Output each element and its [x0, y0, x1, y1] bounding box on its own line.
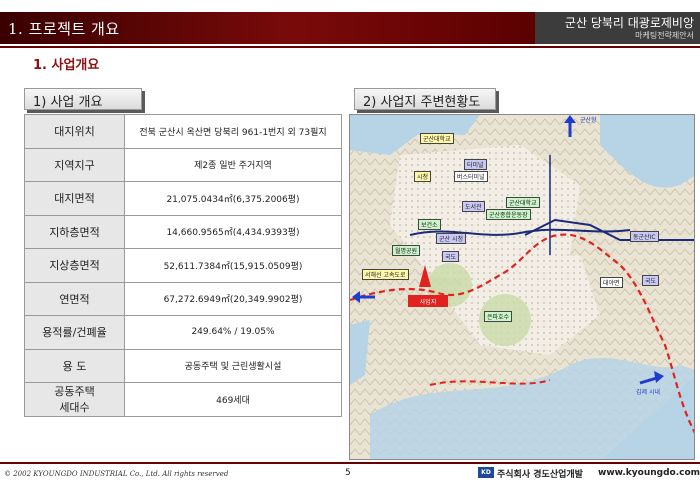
map-label-health: 보건소 [418, 219, 441, 230]
map-label-city-hall: 시청 [414, 171, 432, 182]
table-row: 연면적 67,272.6949㎡(20,349.9902평) [24, 281, 342, 316]
company-logo: KD [478, 467, 494, 478]
map-label-park: 월명공원 [392, 245, 421, 256]
row-label: 대지위치 [24, 114, 125, 149]
company-url: www.kyoungdo.com [598, 468, 700, 478]
map-label-univ-north: 군산대학교 [420, 133, 454, 144]
row-value: 공동주택 및 근린생활시설 [124, 348, 342, 383]
map-label-library: 도서관 [462, 201, 485, 212]
row-value: 249.64% / 19.05% [124, 315, 342, 350]
table-row: 대지면적 21,075.0434㎡(6,375.2006평) [24, 181, 342, 216]
map-label-east: 동군산IC [630, 231, 659, 242]
table-row: 공동주택 세대수 469세대 [24, 382, 342, 417]
header-project-box: 군산 당북리 대광로제비앙 마케팅전략제안서 [535, 12, 700, 44]
row-label: 지역지구 [24, 147, 125, 182]
map-image: 사업지 [350, 115, 694, 459]
table-row: 대지위치 전북 군산시 옥산면 당북리 961-1번지 외 73필지 [24, 114, 342, 149]
document-type: 마케팅전략제안서 [635, 31, 694, 40]
footer-divider [0, 462, 700, 464]
map-label-terminal: 터미널 [464, 159, 487, 170]
map-label-bottom-road: 김제 시내 [636, 389, 660, 396]
row-value: 52,611.7384㎡(15,915.0509평) [124, 248, 342, 283]
row-label: 대지면적 [24, 181, 125, 216]
copyright-text: © 2002 KYOUNGDO INDUSTRIAL Co., Ltd. All… [4, 470, 229, 478]
header-bar: 1. 프로젝트 개요 군산 당북리 대광로제비앙 마케팅전략제안서 [0, 0, 700, 44]
map-label-top-road: 군산항 [580, 117, 597, 124]
map-label-bus-terminal: 버스터미널 [454, 171, 488, 182]
overview-box-label: 1) 사업 개요 [24, 88, 142, 110]
table-row: 용적률/건폐율 249.64% / 19.05% [24, 315, 342, 350]
table-row: 지역지구 제2종 일반 주거지역 [24, 147, 342, 182]
row-label: 연면적 [24, 281, 125, 316]
row-value: 21,075.0434㎡(6,375.2006평) [124, 181, 342, 216]
map-label-tram: 국도 [442, 251, 460, 262]
map-box-label: 2) 사업지 주변현황도 [354, 88, 496, 110]
site-label: 사업지 [420, 298, 437, 306]
row-label: 지상층면적 [24, 248, 125, 283]
row-value: 14,660.9565㎡(4,434.9393평) [124, 214, 342, 249]
table-row: 지하층면적 14,660.9565㎡(4,434.9393평) [24, 214, 342, 249]
row-label: 용 도 [24, 348, 125, 383]
surrounding-map: 사업지 군산대학교 터미널 버스터미널 시청 군산대학교 도서관 군산종합운동장… [349, 114, 695, 460]
map-label-office: 대야면 [600, 277, 623, 288]
project-name: 군산 당북리 대광로제비앙 [564, 16, 694, 30]
table-row: 지상층면적 52,611.7384㎡(15,915.0509평) [24, 248, 342, 283]
map-label-jijong: 군산 시청 [436, 233, 466, 244]
map-label-west: 서해선 고속도로 [362, 269, 409, 280]
map-label-east-ic: 국도 [642, 275, 660, 286]
row-value: 469세대 [124, 382, 342, 417]
map-label-lake: 은파호수 [484, 311, 513, 322]
header-title-bar: 1. 프로젝트 개요 [0, 12, 535, 44]
project-info-table: 대지위치 전북 군산시 옥산면 당북리 961-1번지 외 73필지 지역지구 제2종… [24, 114, 342, 417]
company-name: 주식회사 경도산업개발 [497, 470, 583, 480]
row-label: 공동주택 세대수 [24, 382, 125, 417]
map-label-stadium: 군산종합운동장 [486, 209, 531, 220]
page-title: 1. 프로젝트 개요 [8, 20, 120, 38]
row-value: 전북 군산시 옥산면 당북리 961-1번지 외 73필지 [124, 114, 342, 149]
header-divider [0, 46, 700, 48]
row-label: 지하층면적 [24, 214, 125, 249]
section-title: 1. 사업개요 [33, 58, 100, 73]
row-value: 제2종 일반 주거지역 [124, 147, 342, 182]
row-label: 용적률/건폐율 [24, 315, 125, 350]
map-label-gunsan-univ: 군산대학교 [506, 197, 540, 208]
page-number: 5 [345, 468, 351, 478]
row-value: 67,272.6949㎡(20,349.9902평) [124, 281, 342, 316]
table-row: 용 도 공동주택 및 근린생활시설 [24, 348, 342, 383]
